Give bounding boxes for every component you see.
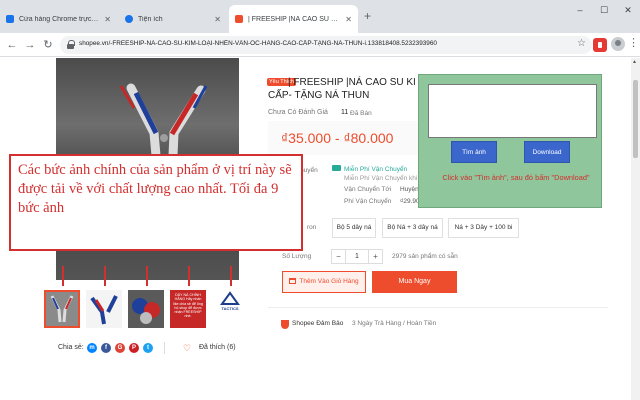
arrow-annotation — [230, 266, 238, 286]
facebook-icon[interactable]: f — [101, 343, 111, 353]
annotation-text: Các bức ảnh chính của sản phẩm ở vị trí … — [18, 162, 292, 216]
share-label: Chia sẻ: — [58, 344, 84, 351]
plus-icon[interactable]: + — [364, 9, 371, 23]
free-ship-text: Miễn Phí Vận Chuyển — [344, 166, 408, 173]
rating-text[interactable]: Chưa Có Đánh Giá — [268, 109, 328, 116]
divider — [164, 342, 165, 354]
ship-to-label: Vận Chuyển Tới — [344, 186, 392, 193]
puzzle-icon — [125, 15, 133, 23]
add-to-cart-label: Thêm Vào Giỏ Hàng — [299, 278, 359, 285]
price-range: ₫35.000 - ₫80.000 — [281, 130, 394, 146]
maximize-icon[interactable]: ☐ — [592, 0, 616, 20]
avatar[interactable] — [611, 37, 625, 51]
slingshot-thumb-image — [50, 295, 74, 323]
product-thumbnail[interactable] — [86, 290, 122, 328]
add-to-cart-button[interactable]: Thêm Vào Giỏ Hàng — [282, 271, 366, 293]
heart-icon[interactable]: ♡ — [183, 343, 191, 353]
cart-icon — [289, 278, 297, 284]
divider — [268, 307, 608, 308]
bookmark-star-icon[interactable]: ☆ — [577, 38, 586, 49]
variant-option[interactable]: Ná + 3 Dây + 100 bi — [448, 218, 519, 238]
close-window-icon[interactable]: ✕ — [616, 0, 640, 20]
tab-strip: Cửa hàng Chrome trực tuyến - đi ✕ Tiện í… — [0, 0, 640, 33]
free-ship-subtext: Miễn Phí Vận Chuyển khi đơ — [344, 175, 428, 182]
tab-label: Tiện ích — [138, 15, 163, 23]
quantity-input[interactable]: 1 — [346, 249, 368, 264]
variant-option[interactable]: Bộ 5 dây ná — [332, 218, 376, 238]
address-bar[interactable]: shopee.vn/-FREESHIP-NÁ-CAO-SU-KIM-LOẠI-N… — [60, 36, 592, 54]
tab-label: | FREESHIP |NÁ CAO SU KIM LO — [248, 15, 340, 23]
product-thumbnail[interactable]: DÂY NÁ CHÍNH HÃNG Hãy nhấn like chia sẻ … — [170, 290, 206, 328]
bands-thumb-image — [132, 298, 160, 324]
download-button[interactable]: Download — [524, 141, 570, 163]
quantity-increase-button[interactable]: + — [368, 249, 383, 264]
stock-text: 2979 sản phẩm có sẵn — [392, 253, 458, 260]
forward-arrow-icon[interactable]: → — [22, 37, 38, 53]
chrome-store-icon — [6, 15, 14, 23]
lock-icon — [67, 40, 75, 49]
likes-count: Đã thích (6) — [199, 344, 236, 351]
arrow-annotation — [188, 266, 196, 286]
ship-fee-label: Phí Vận Chuyển — [344, 198, 392, 205]
arrow-annotation — [104, 266, 112, 286]
thumbnail-promo-text: DÂY NÁ CHÍNH HÃNG Hãy nhấn like chia sẻ … — [173, 293, 203, 319]
close-icon[interactable]: ✕ — [214, 15, 221, 24]
image-links-textarea[interactable] — [428, 84, 597, 138]
scroll-up-arrow-icon[interactable]: ▲ — [632, 59, 637, 65]
tab-label: Cửa hàng Chrome trực tuyến - đi — [19, 15, 100, 23]
back-arrow-icon[interactable]: ← — [4, 37, 20, 53]
slingshot-thumb-image — [90, 295, 118, 325]
variant-option[interactable]: Bộ Ná + 3 dây ná — [382, 218, 443, 238]
annotation-callout: Các bức ảnh chính của sản phẩm ở vị trí … — [9, 154, 303, 251]
guarantee-detail: 3 Ngày Trả Hàng / Hoàn Tiền — [352, 320, 437, 327]
find-images-button[interactable]: Tìm ảnh — [451, 141, 497, 163]
minimize-icon[interactable]: – — [568, 0, 592, 20]
shopee-icon — [235, 15, 243, 23]
sold-label: Đã Bán — [350, 110, 372, 117]
scrollbar-thumb[interactable] — [633, 80, 638, 158]
sold-count: 11 — [341, 109, 349, 116]
variant-label: ron — [307, 224, 317, 231]
shopee-guarantee: Shopee Đảm Bảo — [292, 320, 344, 327]
messenger-icon[interactable]: m — [87, 343, 97, 353]
quantity-decrease-button[interactable]: − — [331, 249, 346, 264]
close-icon[interactable]: ✕ — [345, 15, 352, 24]
tab-chrome-web-store[interactable]: Cửa hàng Chrome trực tuyến - đi ✕ — [0, 5, 117, 33]
url-text[interactable]: shopee.vn/-FREESHIP-NÁ-CAO-SU-KIM-LOẠI-N… — [79, 40, 569, 47]
google-plus-icon[interactable]: G — [115, 343, 125, 353]
tab-extensions[interactable]: Tiện ích ✕ — [119, 5, 227, 33]
buy-now-button[interactable]: Mua Ngay — [372, 271, 457, 293]
product-thumbnail[interactable] — [44, 290, 80, 328]
truck-icon — [332, 165, 341, 171]
reload-icon[interactable]: ↻ — [40, 37, 56, 53]
image-downloader-extension-icon[interactable] — [593, 38, 607, 52]
product-title-line2: CẤP- TẶNG NÁ THUN — [268, 90, 370, 101]
quantity-label: Số Lượng — [282, 253, 312, 260]
product-thumbnail[interactable]: TACTICS — [212, 290, 248, 328]
thumbnail-logo-text: TACTICS — [221, 306, 239, 311]
popup-instruction: Click vào "Tìm ảnh", sau đó bấm "Downloa… — [442, 173, 590, 182]
product-thumbnail[interactable] — [128, 290, 164, 328]
arrow-annotation — [146, 266, 154, 286]
arrow-annotation — [62, 266, 70, 286]
shield-icon — [281, 320, 289, 329]
twitter-icon[interactable]: t — [143, 343, 153, 353]
close-icon[interactable]: ✕ — [104, 15, 111, 24]
pinterest-icon[interactable]: P — [129, 343, 139, 353]
tab-shopee-product[interactable]: | FREESHIP |NÁ CAO SU KIM LO ✕ — [229, 5, 358, 33]
kebab-menu-icon[interactable]: ⋮ — [628, 36, 639, 49]
browser-toolbar: ← → ↻ shopee.vn/-FREESHIP-NÁ-CAO-SU-KIM-… — [0, 33, 640, 57]
